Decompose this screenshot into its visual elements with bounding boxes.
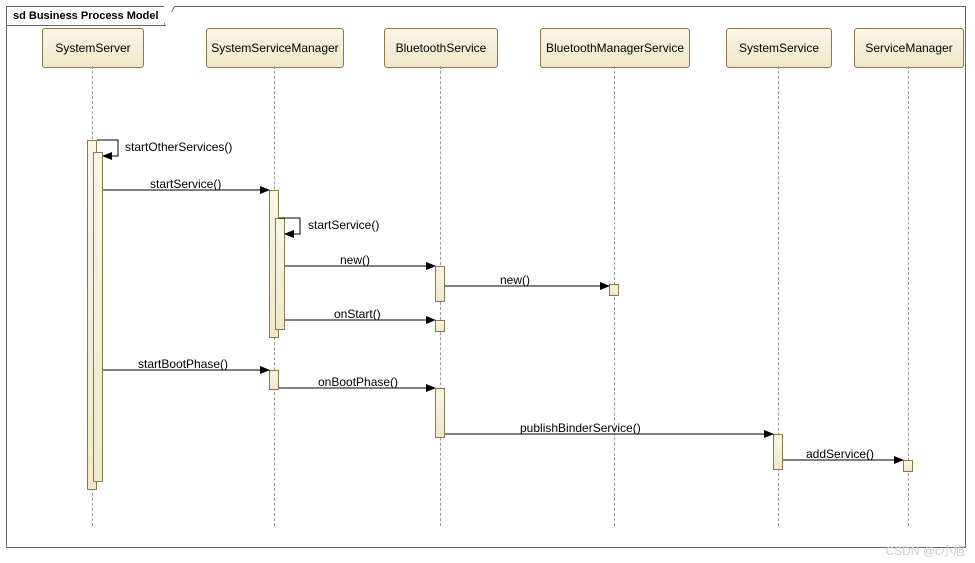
msg-startbootphase: startBootPhase() — [138, 357, 228, 371]
activation-ssm-2 — [269, 370, 279, 390]
msg-publishbinderservice: publishBinderService() — [520, 421, 641, 435]
frame-title-text: sd Business Process Model — [13, 10, 159, 22]
msg-startotherservices: startOtherServices() — [125, 140, 232, 154]
lifeline-head-bluetoothmanagerservice: BluetoothManagerService — [540, 28, 690, 68]
lifeline-head-servicemanager: ServiceManager — [854, 28, 964, 68]
msg-onbootphase: onBootPhase() — [318, 375, 398, 389]
lifeline-head-systemservice: SystemService — [726, 28, 832, 68]
activation-sysservice — [773, 434, 783, 470]
msg-onstart: onStart() — [334, 307, 381, 321]
lifeline-servicemanager — [908, 66, 909, 526]
activation-ssm-inner — [275, 218, 285, 330]
msg-new-2: new() — [500, 273, 530, 287]
lifeline-head-systemservicemanager: SystemServiceManager — [206, 28, 344, 68]
frame-title: sd Business Process Model — [6, 6, 166, 26]
msg-startservice-2: startService() — [308, 218, 379, 232]
msg-new-1: new() — [340, 253, 370, 267]
activation-bms — [609, 284, 619, 296]
msg-addservice: addService() — [806, 447, 874, 461]
msg-startservice-1: startService() — [150, 177, 221, 191]
lifeline-head-systemserver: SystemServer — [42, 28, 144, 68]
sequence-frame: sd Business Process Model — [6, 6, 966, 548]
activation-bt-onstart — [435, 320, 445, 332]
activation-bt-2 — [435, 388, 445, 438]
activation-bt-1 — [435, 266, 445, 302]
activation-sm — [903, 460, 913, 472]
watermark: CSDN @c小旭 — [885, 542, 965, 559]
activation-systemserver-inner — [93, 152, 103, 482]
lifeline-head-bluetoothservice: BluetoothService — [384, 28, 498, 68]
lifeline-bluetoothmanagerservice — [614, 66, 615, 526]
